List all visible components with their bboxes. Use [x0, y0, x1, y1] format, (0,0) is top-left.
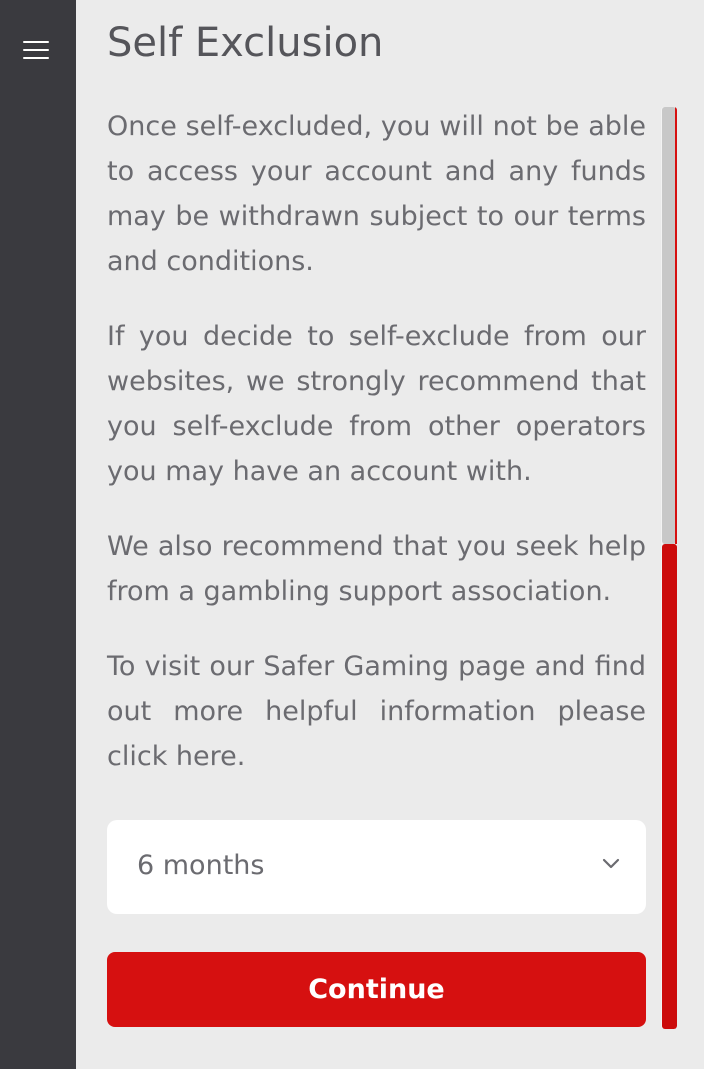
paragraph-account-access: Once self-excluded, you will not be able… — [107, 111, 646, 277]
info-text: Once self-excluded, you will not be able… — [107, 104, 646, 809]
scrollbar-track — [662, 107, 676, 544]
sidebar — [0, 0, 76, 1069]
page-title: Self Exclusion — [107, 20, 384, 66]
paragraph-other-operators: If you decide to self-exclude from our w… — [107, 321, 646, 487]
scrollbar[interactable] — [661, 107, 677, 1029]
scrollbar-thumb[interactable] — [662, 544, 677, 1029]
paragraph-seek-help: We also recommend that you seek help fro… — [107, 531, 646, 607]
main-content: Self Exclusion Once self-excluded, you w… — [76, 0, 704, 1069]
exclusion-duration-select[interactable]: 6 months — [107, 820, 646, 914]
paragraph-safer-gaming-link[interactable]: To visit our Safer Gaming page and find … — [107, 644, 646, 779]
duration-select-value: 6 months — [137, 850, 265, 881]
continue-button[interactable]: Continue — [107, 952, 646, 1027]
chevron-down-icon — [602, 858, 620, 869]
scrollbar-edge — [675, 107, 677, 544]
hamburger-menu-icon[interactable] — [23, 40, 49, 60]
